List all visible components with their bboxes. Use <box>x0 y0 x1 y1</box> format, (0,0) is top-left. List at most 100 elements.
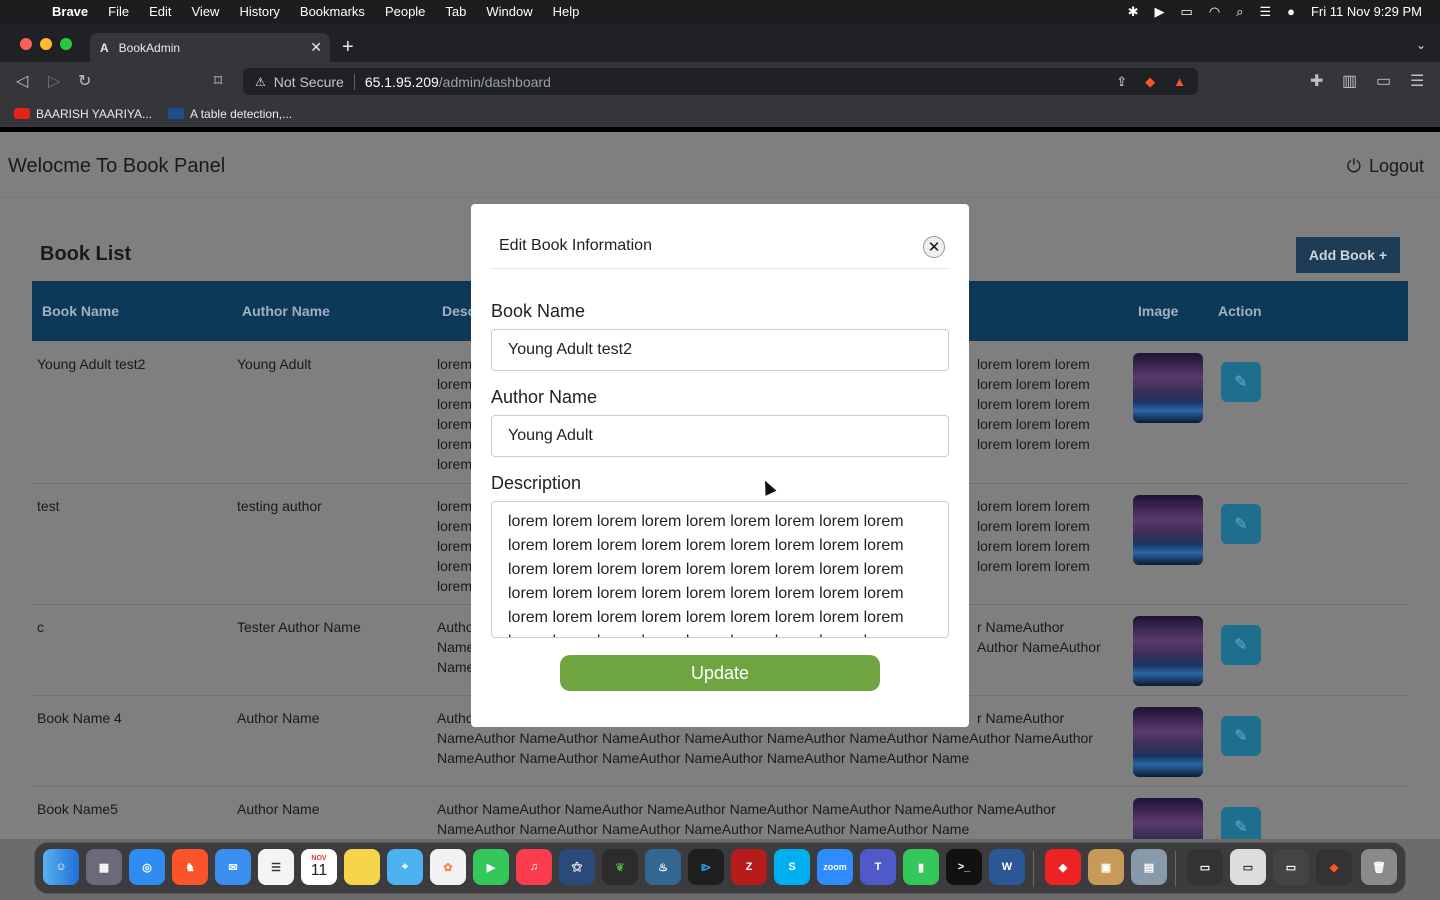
edit-button[interactable]: ✎ <box>1221 504 1261 544</box>
menu-tab[interactable]: Tab <box>445 4 466 19</box>
chevron-down-icon[interactable]: ⌄ <box>1416 38 1426 52</box>
page-title: Welocme To Book Panel <box>8 155 226 177</box>
launchpad-icon[interactable]: ▦ <box>86 849 122 885</box>
extensions-icon[interactable]: ✚ <box>1310 71 1323 91</box>
notes-icon[interactable] <box>344 849 380 885</box>
address-bar[interactable]: ⚠ Not Secure 65.1.95.209 /admin/dashboar… <box>243 68 1198 95</box>
bookmark-item[interactable]: BAARISH YAARIYA... <box>14 107 152 121</box>
skype-icon[interactable]: S <box>774 849 810 885</box>
bookmarks-bar: BAARISH YAARIYA... A table detection,... <box>0 100 1440 127</box>
brave-rewards-icon[interactable]: ▲ <box>1173 74 1186 90</box>
forward-icon[interactable]: ▷ <box>48 71 60 91</box>
play-icon[interactable]: ▶ <box>1155 4 1165 20</box>
bluetooth-icon[interactable]: ✱ <box>1128 4 1139 20</box>
share-icon[interactable]: ⇪ <box>1116 74 1127 90</box>
photos-icon[interactable]: ✿ <box>430 849 466 885</box>
window-thumbnail[interactable]: ▭ <box>1187 849 1223 885</box>
mysql-icon[interactable]: ⚝ <box>559 849 595 885</box>
macos-dock: ☺ ▦ ◎ ♞ ✉ ☰ NOV 11 ⌖ ✿ ▶ ♫ ⚝ ❦ ♨ ⧐ Z S z… <box>34 842 1406 894</box>
edit-button[interactable]: ✎ <box>1221 625 1261 665</box>
teams-icon[interactable]: T <box>860 849 896 885</box>
calendar-icon[interactable]: NOV 11 <box>301 849 337 885</box>
logout-button[interactable]: ⏻ Logout <box>1347 156 1424 177</box>
minimize-window-button[interactable] <box>40 38 52 50</box>
mail-icon[interactable]: ✉ <box>215 849 251 885</box>
book-name-input[interactable]: Young Adult test2 <box>491 329 949 371</box>
window-thumbnail[interactable]: ▭ <box>1273 849 1309 885</box>
url-path: /admin/dashboard <box>438 73 551 90</box>
menu-view[interactable]: View <box>192 4 220 19</box>
terminal-icon[interactable]: >_ <box>946 849 982 885</box>
col-action: Action <box>1218 303 1262 319</box>
zoom-window-button[interactable] <box>60 38 72 50</box>
reload-icon[interactable]: ↻ <box>78 71 91 91</box>
modal-divider <box>491 268 949 269</box>
brave-icon[interactable]: ♞ <box>172 849 208 885</box>
description-textarea[interactable]: lorem lorem lorem lorem lorem lorem lore… <box>491 501 949 638</box>
calendar-month: NOV <box>311 854 327 862</box>
numbers-icon[interactable]: ▮ <box>903 849 939 885</box>
trash-icon[interactable]: 🗑 <box>1361 849 1397 885</box>
safari-icon[interactable]: ◎ <box>129 849 165 885</box>
bookmark-icon[interactable]: ⌑ <box>214 71 222 91</box>
word-icon[interactable]: W <box>989 849 1025 885</box>
music-icon[interactable]: ♫ <box>516 849 552 885</box>
wifi-icon[interactable]: ◠ <box>1209 4 1220 20</box>
edit-button[interactable]: ✎ <box>1221 716 1261 756</box>
cell-author-name: Young Adult <box>237 356 312 372</box>
menu-icon[interactable]: ☰ <box>1410 71 1424 91</box>
anydesk-icon[interactable]: ◆ <box>1045 849 1081 885</box>
menu-people[interactable]: People <box>385 4 425 19</box>
vscode-icon[interactable]: ⧐ <box>688 849 724 885</box>
siri-icon[interactable]: ● <box>1287 4 1295 19</box>
preview-icon[interactable]: ▤ <box>1131 849 1167 885</box>
sidebar-icon[interactable]: ▥ <box>1342 71 1357 91</box>
facetime-icon[interactable]: ▶ <box>473 849 509 885</box>
menu-file[interactable]: File <box>108 4 129 19</box>
menu-app[interactable]: Brave <box>52 4 88 19</box>
zoom-icon[interactable]: zoom <box>817 849 853 885</box>
modal-close-button[interactable]: ✕ <box>923 236 945 258</box>
maps-icon[interactable]: ⌖ <box>387 849 423 885</box>
cell-author-name: Author Name <box>237 801 320 817</box>
book-image <box>1133 353 1203 423</box>
menu-window[interactable]: Window <box>486 4 532 19</box>
clock[interactable]: Fri 11 Nov 9:29 PM <box>1311 4 1422 19</box>
search-icon[interactable]: ⌕ <box>1236 4 1243 20</box>
update-button[interactable]: Update <box>560 655 880 691</box>
edit-button[interactable]: ✎ <box>1221 807 1261 839</box>
cell-description-right: lorem lorem lorem lorem lorem lorem lore… <box>977 356 1090 452</box>
tab-close-icon[interactable]: ✕ <box>310 39 322 56</box>
window-thumbnail[interactable]: ▭ <box>1230 849 1266 885</box>
edit-button[interactable]: ✎ <box>1221 362 1261 402</box>
window-thumbnail[interactable]: ◆ <box>1316 849 1352 885</box>
mongodb-icon[interactable]: ❦ <box>602 849 638 885</box>
pencil-icon: ✎ <box>1234 374 1248 391</box>
menu-help[interactable]: Help <box>553 4 580 19</box>
menu-bookmarks[interactable]: Bookmarks <box>300 4 365 19</box>
bookmark-item[interactable]: A table detection,... <box>168 107 292 121</box>
author-name-input[interactable]: Young Adult <box>491 415 949 457</box>
finder-icon[interactable]: ☺ <box>43 849 79 885</box>
archive-icon[interactable]: ▣ <box>1088 849 1124 885</box>
menu-edit[interactable]: Edit <box>149 4 171 19</box>
reminders-icon[interactable]: ☰ <box>258 849 294 885</box>
cell-author-name: Author Name <box>237 710 320 726</box>
cell-description-right: r NameAuthor <box>977 710 1065 726</box>
menu-history[interactable]: History <box>239 4 279 19</box>
dock-separator <box>1033 851 1034 887</box>
filezilla-icon[interactable]: Z <box>731 849 767 885</box>
wallet-icon[interactable]: ▭ <box>1376 71 1391 91</box>
control-center-icon[interactable]: ☰ <box>1259 4 1271 20</box>
status-area: ✱ ▶ ▭ ◠ ⌕ ☰ ● Fri 11 Nov 9:29 PM <box>1128 0 1422 23</box>
battery-icon[interactable]: ▭ <box>1181 4 1193 20</box>
tab-bookadmin[interactable]: A BookAdmin ✕ <box>90 33 330 62</box>
add-book-button[interactable]: Add Book + <box>1296 237 1400 273</box>
new-tab-icon[interactable]: + <box>342 36 354 59</box>
cell-author-name: testing author <box>237 498 322 514</box>
brave-shield-icon[interactable]: ◆ <box>1145 74 1155 90</box>
postgres-icon[interactable]: ♨ <box>645 849 681 885</box>
close-window-button[interactable] <box>20 38 32 50</box>
bookmark-label: A table detection,... <box>190 106 293 121</box>
back-icon[interactable]: ◁ <box>16 71 28 91</box>
